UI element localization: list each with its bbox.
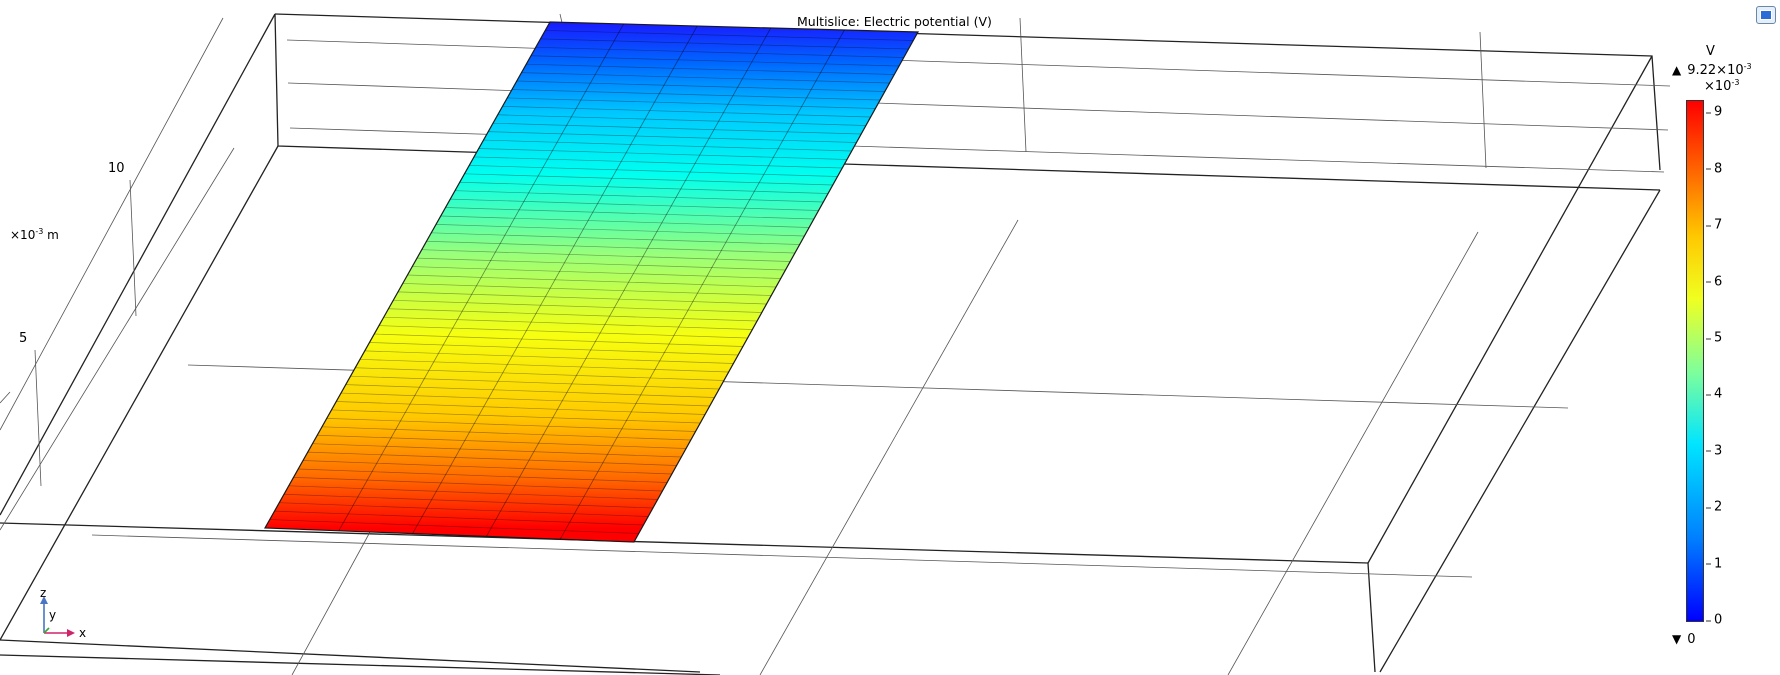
color-legend-scale: ×10-3	[1704, 78, 1739, 94]
color-legend-min: ▼ 0	[1672, 632, 1696, 647]
color-legend-scale-exponent: -3	[1731, 78, 1740, 87]
axis-tick-label: 10	[108, 161, 125, 176]
axis-tick-label: 5	[19, 331, 28, 346]
axis-scale-label: ×10-3 m	[10, 228, 59, 242]
color-legend-tick: 7	[1705, 217, 1723, 233]
color-legend-unit: V	[1706, 44, 1715, 59]
color-legend-tick: 2	[1705, 499, 1723, 515]
color-legend-tick: 9	[1705, 104, 1723, 120]
color-legend-tick: 4	[1705, 386, 1723, 402]
triad-z-label: z	[40, 586, 46, 600]
color-legend-tick: 3	[1705, 443, 1723, 459]
color-legend-scale-prefix: ×10	[1704, 79, 1732, 94]
graphics-window-icon[interactable]	[1756, 6, 1776, 24]
x-axis-arrowhead	[67, 629, 75, 637]
color-legend-ticks: 9 8 7 6 5 4 3 2 1 0	[1705, 100, 1746, 628]
axis-scale-prefix: ×10	[10, 228, 36, 242]
multislice-plane[interactable]	[263, 21, 920, 543]
axis-scale-unit: m	[43, 228, 59, 242]
axis-orientation-triad: z y x	[28, 585, 98, 645]
plot-title: Multislice: Electric potential (V)	[797, 14, 992, 29]
max-triangle-icon: ▲	[1672, 63, 1682, 77]
color-legend-max-value: 9.22×10	[1687, 63, 1744, 78]
color-legend-tick: 6	[1705, 274, 1723, 290]
color-legend-gradient	[1686, 100, 1704, 622]
color-legend-tick: 1	[1705, 556, 1723, 572]
color-legend-max: ▲ 9.22×10-3	[1672, 62, 1752, 78]
graphics-window[interactable]: Multislice: Electric potential (V) 10 5 …	[0, 0, 1780, 675]
color-legend-max-exponent: -3	[1743, 62, 1752, 71]
color-legend: V ▲ 9.22×10-3 ×10-3 9876543210 ▼ 0	[1672, 44, 1772, 654]
triad-y-label: y	[49, 608, 56, 622]
triad-x-label: x	[79, 626, 86, 640]
min-triangle-icon: ▼	[1672, 632, 1682, 646]
color-legend-tick: 8	[1705, 161, 1723, 177]
color-legend-tick: 5	[1705, 330, 1723, 346]
color-legend-min-value: 0	[1687, 632, 1696, 647]
3d-scene[interactable]	[0, 0, 1780, 675]
color-legend-tick: 0	[1705, 612, 1723, 628]
